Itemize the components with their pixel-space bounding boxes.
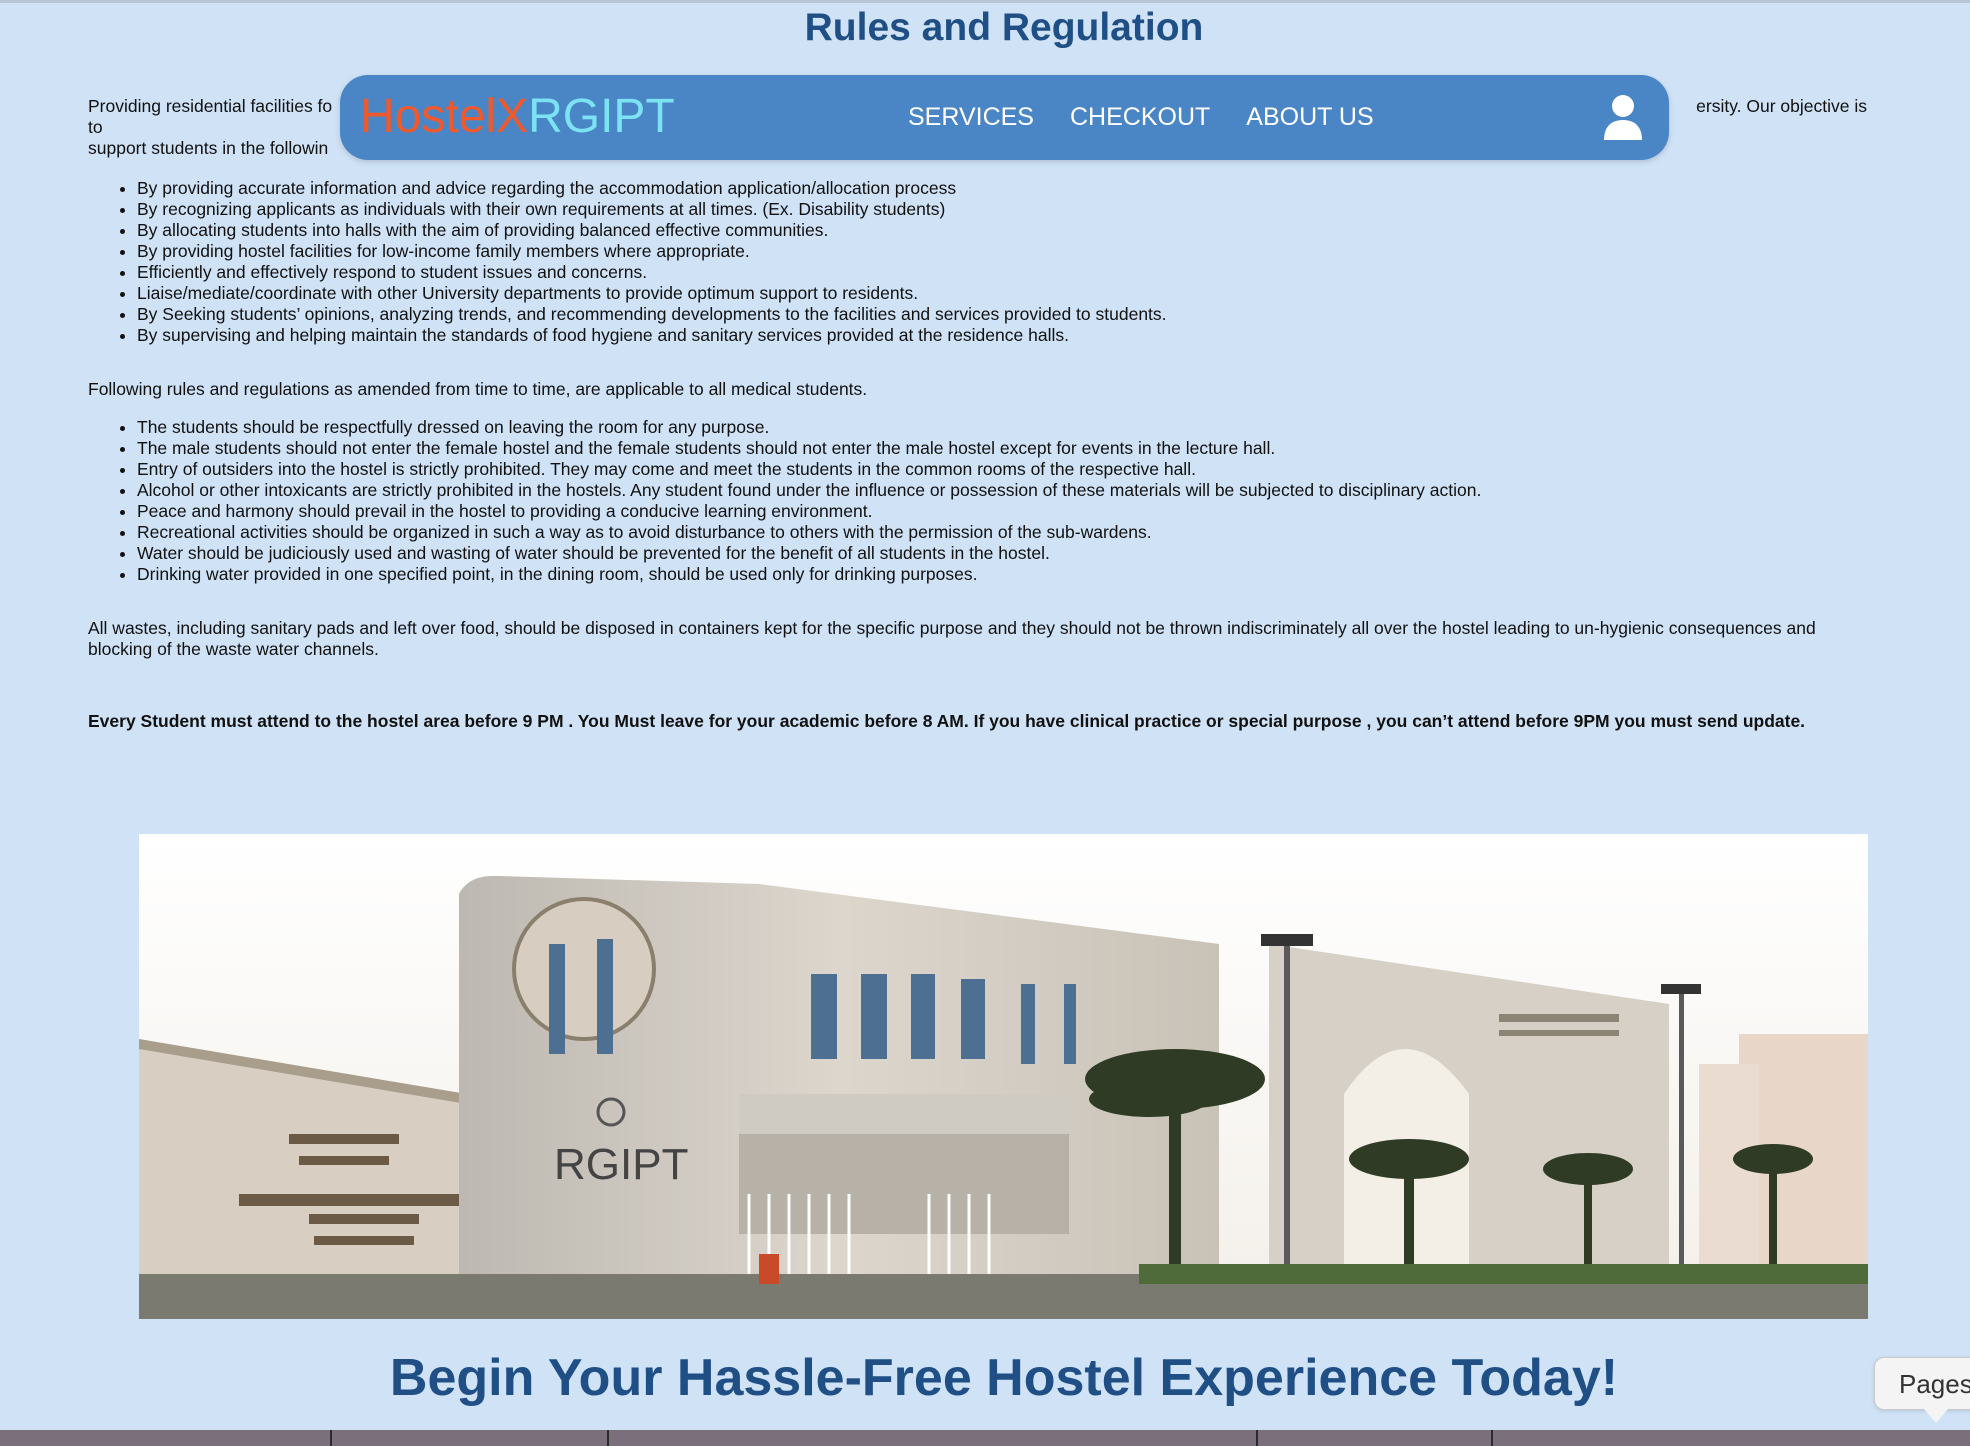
list-item: The male students should not enter the f…: [137, 438, 1868, 459]
list-item: By allocating students into halls with t…: [137, 220, 1868, 241]
cta-heading: Begin Your Hassle-Free Hostel Experience…: [389, 1349, 1619, 1407]
list-item: By supervising and helping maintain the …: [137, 325, 1868, 346]
timing-note: Every Student must attend to the hostel …: [88, 711, 1806, 731]
list-item: Efficiently and effectively respond to s…: [137, 262, 1868, 283]
objectives-list: By providing accurate information and ad…: [137, 178, 1868, 346]
rules-list: The students should be respectfully dres…: [137, 417, 1868, 585]
bottom-strip: [0, 1430, 1970, 1446]
logo[interactable]: HostelXRGIPT: [360, 89, 675, 145]
nav-checkout[interactable]: CHECKOUT: [1070, 101, 1210, 133]
logo-part-rgipt: RGIPT: [528, 90, 675, 143]
pages-tooltip[interactable]: Pages: [1874, 1357, 1970, 1410]
top-border: [0, 0, 1970, 3]
list-item: The students should be respectfully dres…: [137, 417, 1868, 438]
building-sign: RGIPT: [554, 1140, 688, 1189]
list-item: Entry of outsiders into the hostel is st…: [137, 459, 1868, 480]
rules-content: Providing residential facilities fo ersit…: [88, 96, 1868, 732]
waste-note: All wastes, including sanitary pads and …: [88, 618, 1816, 659]
list-item: Drinking water provided in one specified…: [137, 564, 1868, 585]
list-item: By Seeking students’ opinions, analyzing…: [137, 304, 1868, 325]
logo-part-hostelx: HostelX: [360, 90, 529, 143]
campus-illustration: RGIPT: [139, 834, 1868, 1319]
list-item: Water should be judiciously used and was…: [137, 543, 1868, 564]
list-item: Peace and harmony should prevail in the …: [137, 501, 1868, 522]
list-item: By recognizing applicants as individuals…: [137, 199, 1868, 220]
navbar: HostelXRGIPT SERVICES CHECKOUT ABOUT US: [340, 75, 1669, 160]
pages-tooltip-tail: [1924, 1409, 1948, 1423]
page-title: Rules and Regulation: [804, 6, 1204, 49]
list-item: Recreational activities should be organi…: [137, 522, 1868, 543]
intro-text-line2: support students in the followin: [88, 138, 329, 158]
rules-intro: Following rules and regulations as amend…: [88, 379, 868, 399]
campus-photo: RGIPT: [139, 834, 1868, 1319]
user-icon[interactable]: [1603, 93, 1643, 141]
nav-about-us[interactable]: ABOUT US: [1246, 101, 1373, 133]
intro-text-left: Providing residential facilities fo: [88, 96, 333, 116]
list-item: Alcohol or other intoxicants are strictl…: [137, 480, 1868, 501]
nav-services[interactable]: SERVICES: [908, 101, 1034, 133]
list-item: Liaise/mediate/coordinate with other Uni…: [137, 283, 1868, 304]
list-item: By providing hostel facilities for low-i…: [137, 241, 1868, 262]
nav-links: SERVICES CHECKOUT ABOUT US: [908, 101, 1374, 133]
list-item: By providing accurate information and ad…: [137, 178, 1868, 199]
